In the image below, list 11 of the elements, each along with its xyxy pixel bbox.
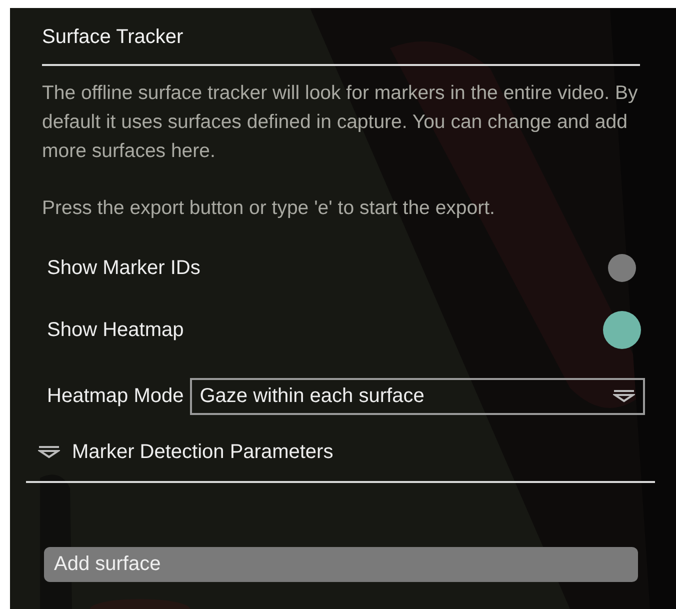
collapsible-menu-header[interactable]: Marker Detection Parameters bbox=[38, 431, 640, 473]
toggle-label: Show Heatmap bbox=[47, 318, 184, 342]
heatmap-mode-dropdown[interactable]: Gaze within each surface bbox=[190, 378, 645, 414]
dropdown-arrow-icon bbox=[613, 389, 635, 403]
description-text: Press the export button or type 'e' to start the export. bbox=[42, 196, 496, 221]
toggle-label: Show Marker IDs bbox=[47, 256, 200, 280]
description-text: The offline surface tracker will look for markers in the entire video. By default it uses surfaces defined in capture. You can change and add more surfaces here. bbox=[42, 81, 639, 164]
caret-icon bbox=[38, 445, 60, 459]
panel-title: Surface Tracker bbox=[42, 22, 640, 66]
add-surface-button[interactable]: Add surface bbox=[44, 547, 638, 582]
dropdown-label: Heatmap Mode bbox=[47, 384, 184, 408]
